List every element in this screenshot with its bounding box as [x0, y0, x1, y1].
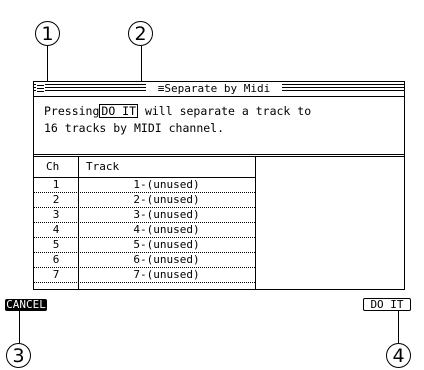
- column-header-ch: Ch: [46, 160, 60, 173]
- row-divider: [34, 282, 255, 283]
- table-row[interactable]: 3 3-(unused): [34, 209, 255, 221]
- dialog-title-bar[interactable]: ≡Separate by Midi: [34, 82, 404, 96]
- table-right-edge: [255, 157, 256, 289]
- cancel-button[interactable]: CANCEL: [5, 299, 47, 311]
- title-divider: [34, 96, 404, 97]
- table-row[interactable]: 4 4-(unused): [34, 224, 255, 236]
- dialog-title: ≡Separate by Midi: [146, 82, 282, 96]
- separate-by-midi-dialog: ≡Separate by Midi Pressing DO IT will sep…: [33, 81, 405, 290]
- channel-track-table: Ch Track 1 1-(unused) 2 2-(unused) 3 3-(unu…: [34, 157, 255, 289]
- callout-4: 4: [386, 343, 411, 368]
- close-box-icon[interactable]: [36, 83, 45, 94]
- inline-do-it-label: DO IT: [99, 104, 139, 118]
- callout-1: 1: [35, 21, 60, 46]
- table-row[interactable]: 7 7-(unused): [34, 269, 255, 281]
- table-row[interactable]: 2 2-(unused): [34, 194, 255, 206]
- table-divider-top: [34, 154, 404, 155]
- column-header-track: Track: [86, 160, 120, 173]
- table-row[interactable]: 1 1-(unused): [34, 179, 255, 191]
- dialog-message: Pressing DO IT will separate a track to 1…: [44, 104, 312, 135]
- table-row[interactable]: 6 6-(unused): [34, 254, 255, 266]
- callout-3: 3: [6, 343, 31, 368]
- table-row[interactable]: 5 5-(unused): [34, 239, 255, 251]
- callout-2: 2: [128, 21, 153, 46]
- column-divider-ch: [78, 157, 79, 289]
- do-it-button[interactable]: DO IT: [363, 298, 411, 311]
